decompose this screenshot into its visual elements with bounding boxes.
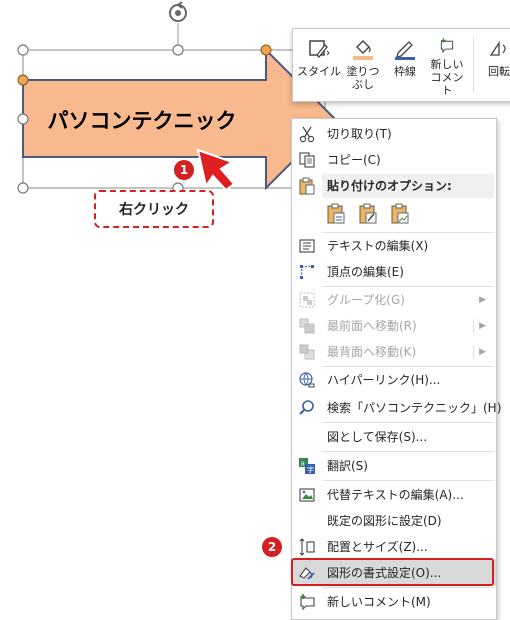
menu-item-set-default-shape[interactable]: 既定の図形に設定(D) (292, 508, 496, 534)
svg-text:字: 字 (307, 465, 314, 474)
menu-item-hyperlink[interactable]: ハイパーリンク(H)... (292, 367, 496, 393)
outline-button[interactable]: 枠線 (385, 33, 425, 97)
rotate-label: 回転 (488, 65, 510, 78)
outline-pen-icon (395, 41, 415, 60)
menu-item-search[interactable]: 検索「パソコンテクニック」(H) (292, 395, 501, 421)
menu-label-send-back: 最背面へ移動(K) (327, 345, 417, 359)
menu-separator (322, 422, 494, 423)
shape-text[interactable]: パソコンテクニック (24, 96, 260, 144)
submenu-arrow-icon: ▶ (479, 321, 486, 331)
step-1-badge: 1 (174, 160, 194, 180)
submenu-arrow-icon: ▶ (479, 295, 486, 305)
rotate-icon (489, 40, 506, 56)
menu-separator (322, 451, 494, 452)
menu-item-format-shape[interactable]: 図形の書式設定(O)... (292, 560, 496, 586)
menu-label-bring-front: 最前面へ移動(R) (327, 319, 417, 333)
menu-label-cut: 切り取り(T) (327, 127, 392, 141)
menu-item-paste-options: 貼り付けのオプション: (292, 173, 496, 199)
menu-label-save-as-picture: 図として保存(S)... (327, 430, 428, 444)
outline-label: 枠線 (394, 65, 416, 78)
menu-split-divider (473, 345, 474, 359)
menu-label-format-shape: 図形の書式設定(O)... (327, 566, 442, 580)
fill-bucket-icon (353, 40, 373, 60)
menu-item-alt-text[interactable]: 代替テキストの編集(A)... (292, 482, 496, 508)
fill-label: 塗りつ ぶし (346, 65, 380, 91)
toolbar-divider (473, 37, 474, 93)
new-comment-icon (300, 594, 315, 611)
rotate-button[interactable]: 回転 (479, 33, 510, 97)
menu-label-size-position: 配置とサイズ(Z)... (327, 540, 428, 554)
edit-points-icon (300, 265, 314, 279)
menu-item-edit-text[interactable]: テキストの編集(X) (292, 233, 496, 259)
group-icon (299, 292, 315, 308)
menu-item-cut[interactable]: 切り取り(T) (292, 121, 496, 147)
rotate-handle-icon[interactable] (169, 1, 187, 22)
style-icon (309, 40, 330, 58)
menu-label-search: 検索「パソコンテクニック」(H) (327, 401, 502, 415)
mini-toolbar: スタイル 塗りつ ぶし 枠線 新しい コメント 回転 (292, 28, 510, 102)
menu-label-group: グループ化(G) (327, 293, 405, 307)
svg-text:a: a (301, 460, 305, 468)
menu-label-hyperlink: ハイパーリンク(H)... (327, 373, 441, 387)
search-icon (299, 400, 314, 415)
menu-item-copy[interactable]: コピー(C) (292, 147, 496, 173)
menu-item-group[interactable]: グループ化(G) ▶ (292, 287, 496, 313)
paste-options-header: 貼り付けのオプション: (322, 174, 494, 198)
new-comment-button[interactable]: 新しい コメント (427, 33, 467, 97)
hyperlink-globe-icon (299, 372, 315, 388)
menu-item-bring-front[interactable]: 最前面へ移動(R) ▶ (292, 313, 496, 339)
style-label: スタイル (297, 65, 341, 78)
alt-text-icon (299, 488, 315, 502)
paste-keep-theme-icon[interactable] (326, 203, 346, 225)
new-comment-label: 新しい コメント (430, 58, 464, 97)
menu-separator (322, 587, 494, 588)
menu-item-send-back[interactable]: 最背面へ移動(K) ▶ (292, 339, 496, 365)
menu-label-new-comment: 新しいコメント(M) (327, 595, 431, 609)
edit-text-icon (299, 239, 315, 253)
bring-front-icon (299, 318, 315, 334)
menu-item-edit-points[interactable]: 頂点の編集(E) (292, 259, 496, 285)
send-back-icon (299, 344, 315, 360)
paste-picture-icon[interactable] (390, 203, 410, 225)
menu-item-new-comment[interactable]: 新しいコメント(M) (292, 589, 496, 615)
menu-split-divider (473, 319, 474, 333)
paste-keep-format-icon[interactable] (358, 203, 378, 225)
scissors-icon (299, 126, 315, 143)
menu-label-paste-options: 貼り付けのオプション: (327, 179, 452, 193)
menu-item-save-as-picture[interactable]: 図として保存(S)... (292, 424, 496, 450)
context-menu: 切り取り(T) コピー(C) 貼り付けのオプション: テキストの編集(X) 頂点… (291, 118, 501, 620)
menu-separator (322, 480, 494, 481)
menu-label-copy: コピー(C) (327, 153, 381, 167)
menu-label-alt-text: 代替テキストの編集(A)... (327, 488, 464, 502)
paste-clipboard-icon (299, 177, 315, 195)
translate-icon: a 字 (299, 458, 315, 474)
menu-label-edit-points: 頂点の編集(E) (327, 265, 404, 279)
menu-label-translate: 翻訳(S) (327, 459, 368, 473)
right-click-callout: 右クリック (94, 190, 214, 228)
format-shape-icon (299, 567, 315, 580)
menu-item-translate[interactable]: a 字 翻訳(S) (292, 453, 496, 479)
step-2-badge: 2 (262, 537, 282, 557)
menu-item-size-position[interactable]: 配置とサイズ(Z)... (292, 534, 496, 560)
menu-label-set-default-shape: 既定の図形に設定(D) (327, 514, 442, 528)
size-position-icon (299, 538, 315, 556)
submenu-arrow-icon: ▶ (479, 347, 486, 357)
new-comment-icon (440, 38, 454, 53)
menu-label-edit-text: テキストの編集(X) (327, 239, 429, 253)
style-button[interactable]: スタイル (297, 33, 341, 97)
copy-icon (299, 152, 315, 168)
fill-button[interactable]: 塗りつ ぶし (343, 33, 383, 97)
